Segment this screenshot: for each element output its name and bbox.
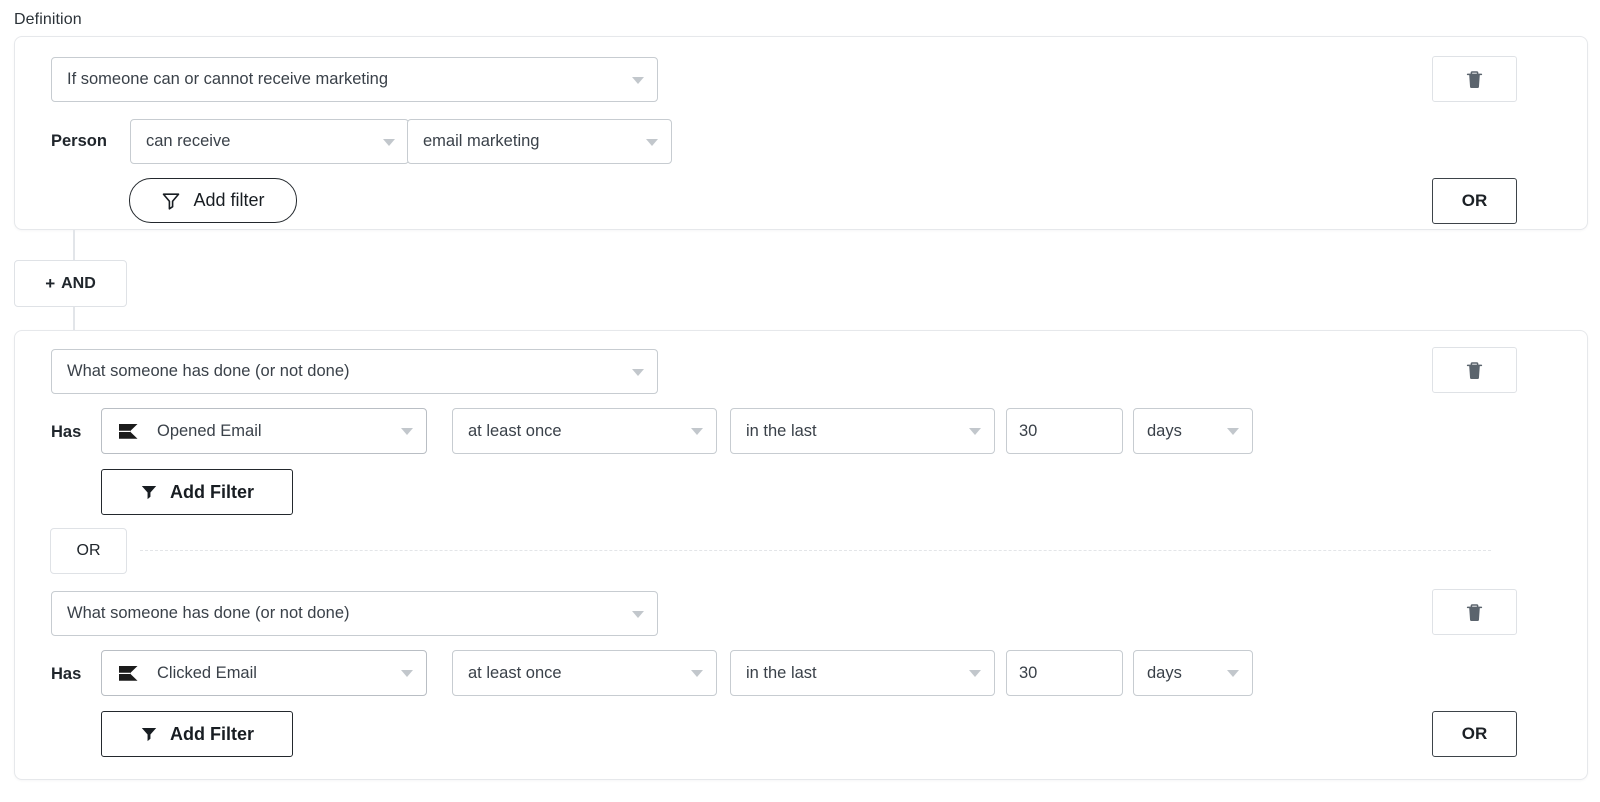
- or-divider-label: OR: [77, 542, 101, 560]
- condition-type-select-1[interactable]: If someone can or cannot receive marketi…: [51, 57, 658, 102]
- chevron-down-icon: [969, 428, 981, 435]
- add-filter-button-2[interactable]: Add Filter: [101, 469, 293, 515]
- and-button-label: AND: [61, 275, 96, 293]
- chevron-down-icon: [401, 670, 413, 677]
- chevron-down-icon: [1227, 670, 1239, 677]
- trash-icon: [1466, 361, 1483, 380]
- metric-select-clicked-email[interactable]: Clicked Email: [101, 650, 427, 696]
- add-filter-label-1: Add filter: [193, 190, 264, 211]
- frequency-select-a-value: at least once: [468, 422, 562, 441]
- chevron-down-icon: [969, 670, 981, 677]
- marketing-channel-select[interactable]: email marketing: [407, 119, 672, 164]
- condition-card-activity: What someone has done (or not done) Has …: [14, 330, 1588, 780]
- add-filter-label-3: Add Filter: [170, 724, 254, 745]
- person-row-label: Person: [51, 133, 107, 150]
- marketing-channel-value: email marketing: [423, 132, 539, 151]
- connector-line-bottom: [73, 307, 75, 331]
- frequency-select-b-value: at least once: [468, 664, 562, 683]
- or-divider-chip[interactable]: OR: [50, 528, 127, 574]
- delete-condition-button-2[interactable]: [1432, 347, 1517, 393]
- chevron-down-icon: [401, 428, 413, 435]
- marketing-permission-select[interactable]: can receive: [130, 119, 409, 164]
- has-row-label-a: Has: [51, 424, 81, 441]
- chevron-down-icon: [1227, 428, 1239, 435]
- metric-select-opened-email-value: Opened Email: [157, 422, 262, 441]
- delete-condition-button-3[interactable]: [1432, 589, 1517, 635]
- or-divider-rule: [140, 550, 1491, 551]
- plus-icon: +: [45, 275, 55, 292]
- metric-select-clicked-email-value: Clicked Email: [157, 664, 257, 683]
- chevron-down-icon: [691, 428, 703, 435]
- chevron-down-icon: [646, 139, 658, 146]
- condition-type-select-2-value: What someone has done (or not done): [67, 362, 350, 381]
- or-button-1-label: OR: [1462, 191, 1488, 211]
- funnel-icon: [161, 191, 181, 211]
- add-filter-button-1[interactable]: Add filter: [129, 178, 297, 223]
- frequency-select-a[interactable]: at least once: [452, 408, 717, 454]
- timeframe-unit-b-value: days: [1147, 664, 1182, 683]
- klaviyo-flag-icon: [118, 423, 140, 440]
- klaviyo-flag-icon: [118, 665, 140, 682]
- metric-select-opened-email[interactable]: Opened Email: [101, 408, 427, 454]
- condition-type-select-2[interactable]: What someone has done (or not done): [51, 349, 658, 394]
- condition-type-select-3[interactable]: What someone has done (or not done): [51, 591, 658, 636]
- trash-icon: [1466, 70, 1483, 89]
- condition-card-marketing: If someone can or cannot receive marketi…: [14, 36, 1588, 230]
- connector-line-top: [73, 230, 75, 260]
- timeframe-unit-select-a[interactable]: days: [1133, 408, 1253, 454]
- funnel-icon: [140, 725, 158, 743]
- timeframe-select-a-value: in the last: [746, 422, 817, 441]
- timeframe-unit-select-b[interactable]: days: [1133, 650, 1253, 696]
- has-row-label-b: Has: [51, 666, 81, 683]
- chevron-down-icon: [632, 369, 644, 376]
- add-filter-button-3[interactable]: Add Filter: [101, 711, 293, 757]
- delete-condition-button-1[interactable]: [1432, 56, 1517, 102]
- frequency-select-b[interactable]: at least once: [452, 650, 717, 696]
- chevron-down-icon: [691, 670, 703, 677]
- timeframe-unit-a-value: days: [1147, 422, 1182, 441]
- timeframe-amount-input-a[interactable]: 30: [1006, 408, 1123, 454]
- add-filter-label-2: Add Filter: [170, 482, 254, 503]
- add-and-group-button[interactable]: + AND: [14, 260, 127, 307]
- chevron-down-icon: [632, 77, 644, 84]
- condition-type-select-3-value: What someone has done (or not done): [67, 604, 350, 623]
- trash-icon: [1466, 603, 1483, 622]
- timeframe-amount-input-b[interactable]: 30: [1006, 650, 1123, 696]
- chevron-down-icon: [632, 611, 644, 618]
- or-button-2-label: OR: [1462, 724, 1488, 744]
- segment-definition-builder: Definition If someone can or cannot rece…: [0, 0, 1600, 802]
- timeframe-amount-b-value: 30: [1019, 664, 1037, 683]
- timeframe-select-a[interactable]: in the last: [730, 408, 995, 454]
- condition-type-select-1-value: If someone can or cannot receive marketi…: [67, 70, 388, 89]
- timeframe-select-b[interactable]: in the last: [730, 650, 995, 696]
- page-title: Definition: [14, 9, 82, 31]
- timeframe-select-b-value: in the last: [746, 664, 817, 683]
- or-button-2[interactable]: OR: [1432, 711, 1517, 757]
- timeframe-amount-a-value: 30: [1019, 422, 1037, 441]
- marketing-permission-value: can receive: [146, 132, 230, 151]
- chevron-down-icon: [383, 139, 395, 146]
- funnel-icon: [140, 483, 158, 501]
- or-button-1[interactable]: OR: [1432, 178, 1517, 224]
